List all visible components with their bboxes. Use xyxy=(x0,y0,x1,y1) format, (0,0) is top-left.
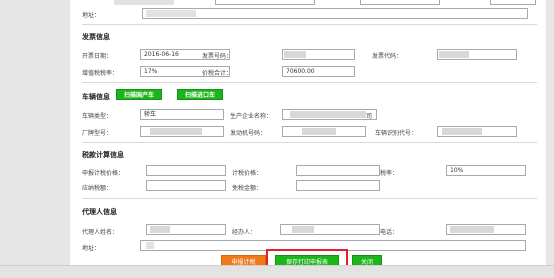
agent-section-title: 代理人信息 xyxy=(82,208,117,216)
vehicle-section-title: 车辆信息 xyxy=(82,93,110,101)
top-address-input[interactable] xyxy=(142,8,528,19)
manufacturer-label: 生产企业名称： xyxy=(230,113,273,120)
top-address-label: 地址： xyxy=(82,12,101,19)
agent-address-label: 地址： xyxy=(82,245,101,252)
exemption-label: 免税金额： xyxy=(232,185,263,192)
invoice-no-label: 发票号码： xyxy=(202,53,233,60)
manufacturer-suffix: 司 xyxy=(366,113,373,120)
redacted-phone xyxy=(450,226,494,233)
tax-section-title: 税款计算信息 xyxy=(82,151,124,159)
tax-rate-input[interactable]: 10% xyxy=(446,165,526,176)
handler-label: 经办人： xyxy=(232,229,257,236)
redacted-manufacturer xyxy=(290,111,366,118)
vehicle-type-input[interactable]: 轿车 xyxy=(140,109,224,120)
tax-price-label: 计税价格： xyxy=(232,170,263,177)
invoice-date-label: 开票日期： xyxy=(82,53,113,60)
status-strip xyxy=(0,265,554,278)
redacted-agent-address xyxy=(146,242,154,249)
divider xyxy=(82,142,537,143)
redacted-vin xyxy=(442,128,482,135)
invoice-code-label: 发票代码： xyxy=(372,53,403,60)
divider xyxy=(82,198,537,199)
top-field-2[interactable] xyxy=(360,0,440,5)
scan-domestic-button[interactable]: 扫描国产车 xyxy=(116,89,162,100)
declared-price-label: 申报计税价格： xyxy=(82,170,125,177)
engine-label: 发动机号码： xyxy=(230,130,267,137)
redacted-handler xyxy=(292,226,314,233)
divider xyxy=(82,82,537,83)
invoice-section-title: 发票信息 xyxy=(82,33,110,41)
total-input[interactable]: 70600.00 xyxy=(282,66,355,77)
payable-label: 应纳税额： xyxy=(82,185,113,192)
total-label: 价税合计： xyxy=(202,70,233,77)
vehicle-type-label: 车辆类型： xyxy=(82,113,113,120)
tax-rate-label: 税率： xyxy=(380,170,399,177)
redacted-engine xyxy=(302,128,336,135)
phone-label: 电话： xyxy=(380,229,399,236)
divider xyxy=(82,24,537,25)
declared-price-input[interactable] xyxy=(146,165,226,176)
agent-name-label: 代理人姓名： xyxy=(82,229,119,236)
declaration-form: 地址： 发票信息 开票日期： 2016-06-16 发票号码： 发票代码： 增值… xyxy=(70,0,546,273)
redacted-top-left xyxy=(114,0,174,5)
top-field-3[interactable] xyxy=(490,0,536,5)
top-field-1[interactable] xyxy=(215,0,315,5)
model-label: 厂牌型号： xyxy=(82,130,113,137)
redacted-invoice-no xyxy=(284,51,306,58)
scan-import-button[interactable]: 扫描进口车 xyxy=(177,89,223,100)
payable-input[interactable] xyxy=(146,180,226,191)
vat-rate-label: 增值税税率： xyxy=(82,70,119,77)
exemption-input[interactable] xyxy=(296,180,380,191)
redacted-model xyxy=(150,128,202,135)
redacted-top-address xyxy=(146,10,196,17)
redacted-agent-name xyxy=(150,226,170,233)
tax-price-input[interactable] xyxy=(296,165,380,176)
redacted-invoice-code xyxy=(439,51,469,58)
vin-label: 车辆识别代号： xyxy=(375,130,418,137)
